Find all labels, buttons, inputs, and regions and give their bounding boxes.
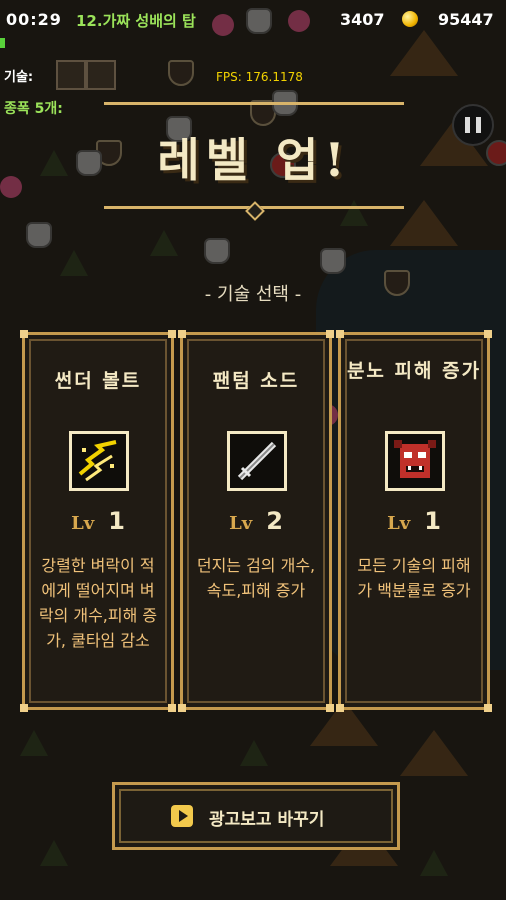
frame-corner [484,704,492,712]
kill-score: 3407 [340,10,385,29]
skill-card-thunder-bolt[interactable]: 썬더 볼트 Lv 1 강렬한 벼락이 적에게 떨어지며 벼락의 개수,피해 증가,… [20,330,176,712]
skill-name: 팬텀 소드 [212,370,300,392]
frame-corner [178,704,186,712]
banner-rule [104,102,404,105]
frame-corner [484,330,492,338]
stage-name: 12.가짜 성배의 탑 [76,12,196,30]
frame-corner [20,704,28,712]
gold-amount: 95447 [438,10,494,29]
skill-name: 썬더 볼트 [54,370,142,392]
top-hud: 00:29 12.가짜 성배의 탑 3407 95447 [0,0,506,40]
level-number: 1 [424,507,441,535]
level-up-banner: 레벨 업! [104,102,404,221]
frame-corner [336,330,344,338]
watch-ad-reroll-button[interactable]: 광고보고 바꾸기 [112,782,400,850]
frame-corner [178,330,186,338]
level-label: Lv [387,513,411,534]
level-label: Lv [229,513,253,534]
rage-face-icon [385,431,445,491]
play-icon [171,805,193,827]
skill-card-rage-damage[interactable]: 분노 피해 증가 Lv 1 모든 기술의 피해가 백분률로 증가 [336,330,492,712]
skill-level: Lv 1 [341,507,487,535]
pause-bar-icon [465,117,470,133]
frame-corner [326,330,334,338]
pause-bar-icon [476,117,481,133]
frame-corner [168,704,176,712]
skill-level: Lv 2 [183,507,329,535]
frame-corner [168,330,176,338]
skill-description: 강렬한 벼락이 적에게 떨어지며 벼락의 개수,피해 증가, 쿨타임 감소 [38,556,158,650]
thunder-bolt-icon [69,431,129,491]
weapon-count: 종폭 5개: [4,101,63,117]
skill-slot-book-icon [56,60,86,90]
skill-slot-sword-icon [86,60,116,90]
frame-corner [326,704,334,712]
frame-corner [20,330,28,338]
phantom-sword-icon [227,431,287,491]
pause-button[interactable] [452,104,494,146]
level-up-title: 레벨 업! [157,133,351,187]
fps-counter: FPS: 176.1178 [216,70,303,84]
skill-card-phantom-sword[interactable]: 팬텀 소드 Lv 2 던지는 검의 개수,속도,피해 증가 [178,330,334,712]
frame-corner [336,704,344,712]
skill-name: 분노 피해 증가 [346,360,482,382]
skill-select-subtitle: - 기술 선택 - [204,284,302,305]
gold-coin-icon [402,11,418,27]
skill-level: Lv 1 [25,507,171,535]
level-number: 2 [266,507,283,535]
timer: 00:29 [6,10,62,29]
hp-bar [0,38,5,48]
skill-label: 기술: [4,70,34,85]
skill-description: 던지는 검의 개수,속도,피해 증가 [196,556,316,600]
level-label: Lv [71,513,95,534]
level-number: 1 [108,507,125,535]
ad-button-label: 광고보고 바꾸기 [209,810,325,830]
skill-description: 모든 기술의 피해가 백분률로 증가 [357,556,471,600]
